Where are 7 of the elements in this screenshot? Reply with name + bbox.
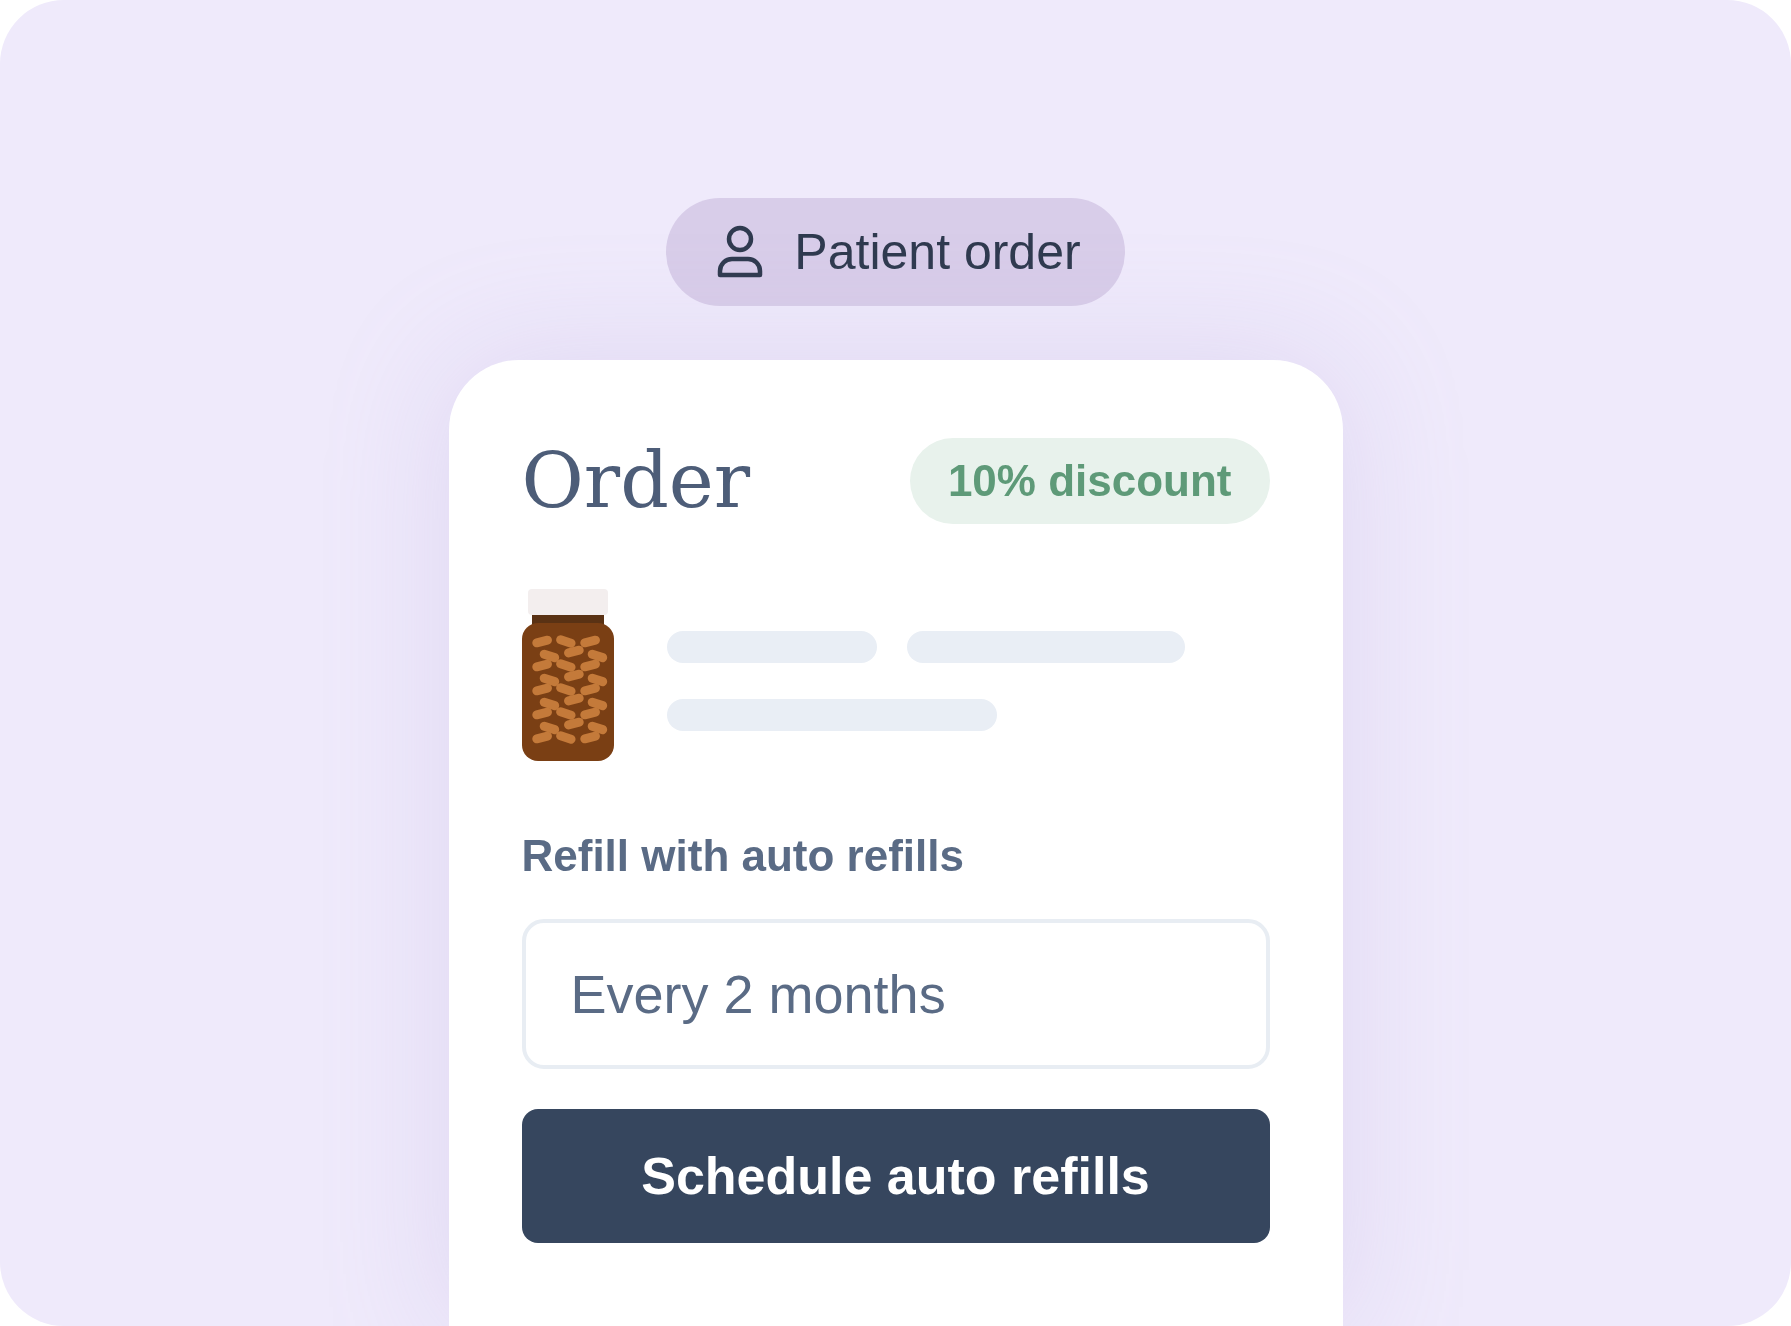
refill-label: Refill with auto refills xyxy=(521,831,965,881)
order-title: Order xyxy=(521,436,751,525)
badge-label: Patient order xyxy=(794,223,1081,281)
person-icon xyxy=(716,225,765,279)
discount-badge: 10% discount xyxy=(909,437,1270,524)
schedule-button[interactable]: Schedule auto refills xyxy=(521,1109,1270,1243)
frequency-field[interactable]: Every 2 months xyxy=(521,919,1270,1069)
